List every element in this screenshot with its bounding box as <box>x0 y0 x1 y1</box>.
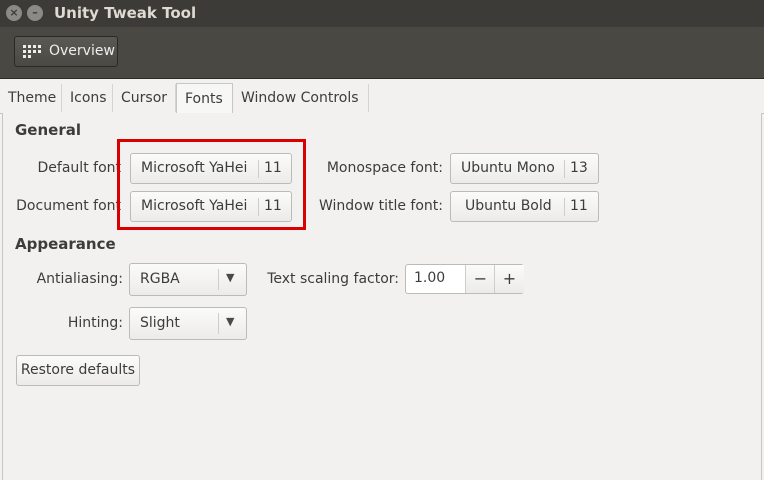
monospace-font-label: Monospace font: <box>326 160 443 176</box>
antialiasing-value: RGBA <box>140 271 180 287</box>
tab-cursor[interactable]: Cursor <box>113 84 176 112</box>
hinting-select[interactable]: Slight ▼ <box>129 307 247 340</box>
overview-button[interactable]: Overview <box>14 36 118 67</box>
minimize-icon[interactable]: – <box>27 5 43 21</box>
window-title-font-label: Window title font: <box>318 198 443 214</box>
close-icon[interactable]: × <box>6 5 22 21</box>
text-scaling-value[interactable]: 1.00 <box>414 270 445 286</box>
title-bar: × – Unity Tweak Tool <box>0 0 764 27</box>
text-scaling-label: Text scaling factor: <box>267 271 399 287</box>
decrement-button[interactable]: − <box>465 265 495 293</box>
tab-theme[interactable]: Theme <box>0 84 62 112</box>
window-title: Unity Tweak Tool <box>54 4 197 22</box>
dropdown-arrow-icon: ▼ <box>226 315 235 328</box>
grid-icon <box>23 45 41 58</box>
antialiasing-label: Antialiasing: <box>36 271 123 287</box>
tab-bar: Theme Icons Cursor Fonts Window Controls <box>0 83 764 114</box>
hinting-label: Hinting: <box>67 315 123 331</box>
separator <box>564 198 565 216</box>
separator <box>564 160 565 178</box>
hinting-value: Slight <box>140 315 180 331</box>
general-heading: General <box>15 121 81 139</box>
toolbar: Overview <box>0 27 764 79</box>
appearance-heading: Appearance <box>15 235 116 253</box>
separator <box>218 313 219 334</box>
tab-icons[interactable]: Icons <box>62 84 113 112</box>
restore-defaults-button[interactable]: Restore defaults <box>16 355 140 386</box>
monospace-font-button[interactable]: Ubuntu Mono 13 <box>450 153 599 184</box>
default-font-label: Default font <box>37 160 121 176</box>
monospace-font-size: 13 <box>570 160 588 176</box>
text-scaling-spinner[interactable]: 1.00 − + <box>405 264 524 294</box>
overview-label: Overview <box>49 43 115 59</box>
tab-fonts[interactable]: Fonts <box>176 83 233 114</box>
antialiasing-select[interactable]: RGBA ▼ <box>129 263 247 296</box>
monospace-font-name: Ubuntu Mono <box>461 160 555 176</box>
increment-button[interactable]: + <box>494 265 524 293</box>
dropdown-arrow-icon: ▼ <box>226 271 235 284</box>
window-title-font-name: Ubuntu Bold <box>465 198 552 214</box>
window-title-font-size: 11 <box>570 198 588 214</box>
tab-window-controls[interactable]: Window Controls <box>233 84 369 112</box>
highlight-box <box>117 139 306 230</box>
window-title-font-button[interactable]: Ubuntu Bold 11 <box>450 191 599 222</box>
document-font-label: Document font <box>16 198 121 214</box>
separator <box>218 269 219 290</box>
